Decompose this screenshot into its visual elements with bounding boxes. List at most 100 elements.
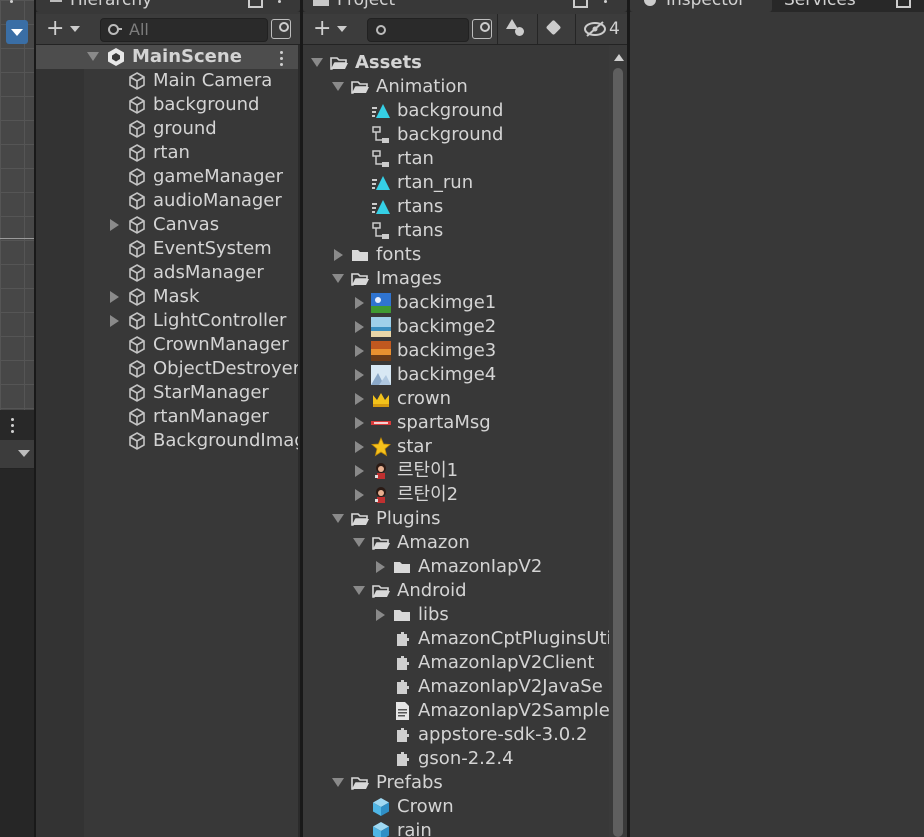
scrollbar-thumb[interactable]	[613, 68, 623, 837]
scene-more-menu[interactable]	[10, 0, 14, 6]
project-item[interactable]: background	[303, 123, 609, 147]
hierarchy-item[interactable]: background	[36, 93, 300, 117]
expand-arrow-icon[interactable]	[355, 321, 364, 333]
hierarchy-item[interactable]: BackgroundImag	[36, 429, 300, 453]
expand-arrow-icon[interactable]	[355, 417, 364, 429]
expand-arrow-icon[interactable]	[355, 465, 364, 477]
project-item[interactable]: Images	[303, 267, 609, 291]
scroll-up-arrow[interactable]	[614, 54, 624, 61]
project-item[interactable]: star	[303, 435, 609, 459]
project-item[interactable]: crown	[303, 387, 609, 411]
hierarchy-item[interactable]: rtan	[36, 141, 300, 165]
hierarchy-item[interactable]: rtanManager	[36, 405, 300, 429]
hierarchy-item[interactable]: audioManager	[36, 189, 300, 213]
collapse-arrow-icon[interactable]	[332, 82, 344, 91]
expand-arrow-icon[interactable]	[355, 345, 364, 357]
lock-icon[interactable]	[896, 0, 911, 8]
project-item[interactable]: fonts	[303, 243, 609, 267]
project-item[interactable]: rtan_run	[303, 171, 609, 195]
hierarchy-more-menu[interactable]	[278, 0, 282, 6]
project-item[interactable]: rtan	[303, 147, 609, 171]
scene-more-menu[interactable]	[280, 51, 284, 69]
project-item[interactable]: appstore-sdk-3.0.2	[303, 723, 609, 747]
hierarchy-item[interactable]: LightController	[36, 309, 300, 333]
project-item[interactable]: Assets	[303, 51, 609, 75]
filter-by-type-button[interactable]	[506, 19, 528, 39]
expand-arrow-icon[interactable]	[355, 489, 364, 501]
chevron-down-icon[interactable]	[18, 450, 30, 457]
project-item[interactable]: AmazonIapV2Client	[303, 651, 609, 675]
tab-hierarchy[interactable]: Hierarchy	[36, 0, 300, 12]
hidden-packages-button[interactable]: 4	[583, 18, 625, 40]
project-search-input[interactable]	[367, 18, 469, 42]
scene-expand-arrow[interactable]	[87, 52, 99, 61]
hierarchy-item[interactable]: StarManager	[36, 381, 300, 405]
project-item[interactable]: Animation	[303, 75, 609, 99]
hierarchy-item[interactable]: Canvas	[36, 213, 300, 237]
tab-project[interactable]: Project	[303, 0, 627, 12]
hierarchy-item[interactable]: EventSystem	[36, 237, 300, 261]
lock-icon[interactable]	[248, 0, 263, 8]
expand-arrow-icon[interactable]	[376, 609, 385, 621]
collapse-arrow-icon[interactable]	[332, 274, 344, 283]
hierarchy-scrollbar[interactable]	[298, 45, 300, 837]
tab-inspector[interactable]: Inspector	[630, 0, 772, 12]
project-item[interactable]: libs	[303, 603, 609, 627]
project-item[interactable]: spartaMsg	[303, 411, 609, 435]
expand-arrow-icon[interactable]	[110, 315, 119, 327]
create-button[interactable]: +	[44, 17, 84, 41]
game-more-menu[interactable]	[11, 418, 15, 436]
project-item[interactable]: Plugins	[303, 507, 609, 531]
lock-icon[interactable]	[573, 0, 588, 8]
hierarchy-item[interactable]: Mask	[36, 285, 300, 309]
project-item[interactable]: Android	[303, 579, 609, 603]
hierarchy-item[interactable]: CrownManager	[36, 333, 300, 357]
project-more-menu[interactable]	[604, 0, 608, 6]
project-item[interactable]: rtans	[303, 195, 609, 219]
hierarchy-item[interactable]: adsManager	[36, 261, 300, 285]
project-item[interactable]: backimge4	[303, 363, 609, 387]
project-item[interactable]: 르탄이2	[303, 483, 609, 507]
tab-services[interactable]: Services	[774, 0, 894, 12]
collapse-arrow-icon[interactable]	[332, 514, 344, 523]
project-item[interactable]: backimge2	[303, 315, 609, 339]
collapse-arrow-icon[interactable]	[353, 538, 365, 547]
project-item[interactable]: backimge1	[303, 291, 609, 315]
create-asset-button[interactable]: +	[311, 17, 351, 41]
scene-dropdown-button[interactable]	[6, 20, 28, 44]
project-item[interactable]: Prefabs	[303, 771, 609, 795]
expand-arrow-icon[interactable]	[334, 249, 343, 261]
project-item[interactable]: background	[303, 99, 609, 123]
scene-search-button[interactable]	[271, 19, 291, 39]
expand-arrow-icon[interactable]	[355, 369, 364, 381]
expand-arrow-icon[interactable]	[376, 561, 385, 573]
expand-arrow-icon[interactable]	[355, 297, 364, 309]
expand-arrow-icon[interactable]	[355, 393, 364, 405]
hierarchy-item[interactable]: ObjectDestroyer	[36, 357, 300, 381]
project-item[interactable]: Amazon	[303, 531, 609, 555]
filter-by-label-button[interactable]	[545, 19, 564, 38]
project-item[interactable]: backimge3	[303, 339, 609, 363]
collapse-arrow-icon[interactable]	[311, 58, 323, 67]
hierarchy-item[interactable]: ground	[36, 117, 300, 141]
project-item[interactable]: Crown	[303, 795, 609, 819]
expand-arrow-icon[interactable]	[355, 441, 364, 453]
hierarchy-item[interactable]: Main Camera	[36, 69, 300, 93]
expand-arrow-icon[interactable]	[110, 291, 119, 303]
project-item[interactable]: AmazonCptPluginsUti	[303, 627, 612, 651]
collapse-arrow-icon[interactable]	[353, 586, 365, 595]
search-by-type-button[interactable]	[472, 19, 492, 39]
scene-row[interactable]: MainScene	[36, 45, 300, 69]
project-item[interactable]: 르탄이1	[303, 459, 609, 483]
hierarchy-search-input[interactable]: All	[100, 18, 268, 42]
project-item[interactable]: AmazonIapV2JavaSe	[303, 675, 609, 699]
expand-arrow-icon[interactable]	[110, 219, 119, 231]
project-item[interactable]: rain	[303, 819, 609, 837]
project-scrollbar[interactable]	[609, 45, 627, 837]
project-item[interactable]: gson-2.2.4	[303, 747, 609, 771]
project-item[interactable]: AmazonIapV2	[303, 555, 609, 579]
project-item[interactable]: rtans	[303, 219, 609, 243]
project-item[interactable]: AmazonIapV2SampleA	[303, 699, 622, 723]
hierarchy-item[interactable]: gameManager	[36, 165, 300, 189]
collapse-arrow-icon[interactable]	[332, 778, 344, 787]
